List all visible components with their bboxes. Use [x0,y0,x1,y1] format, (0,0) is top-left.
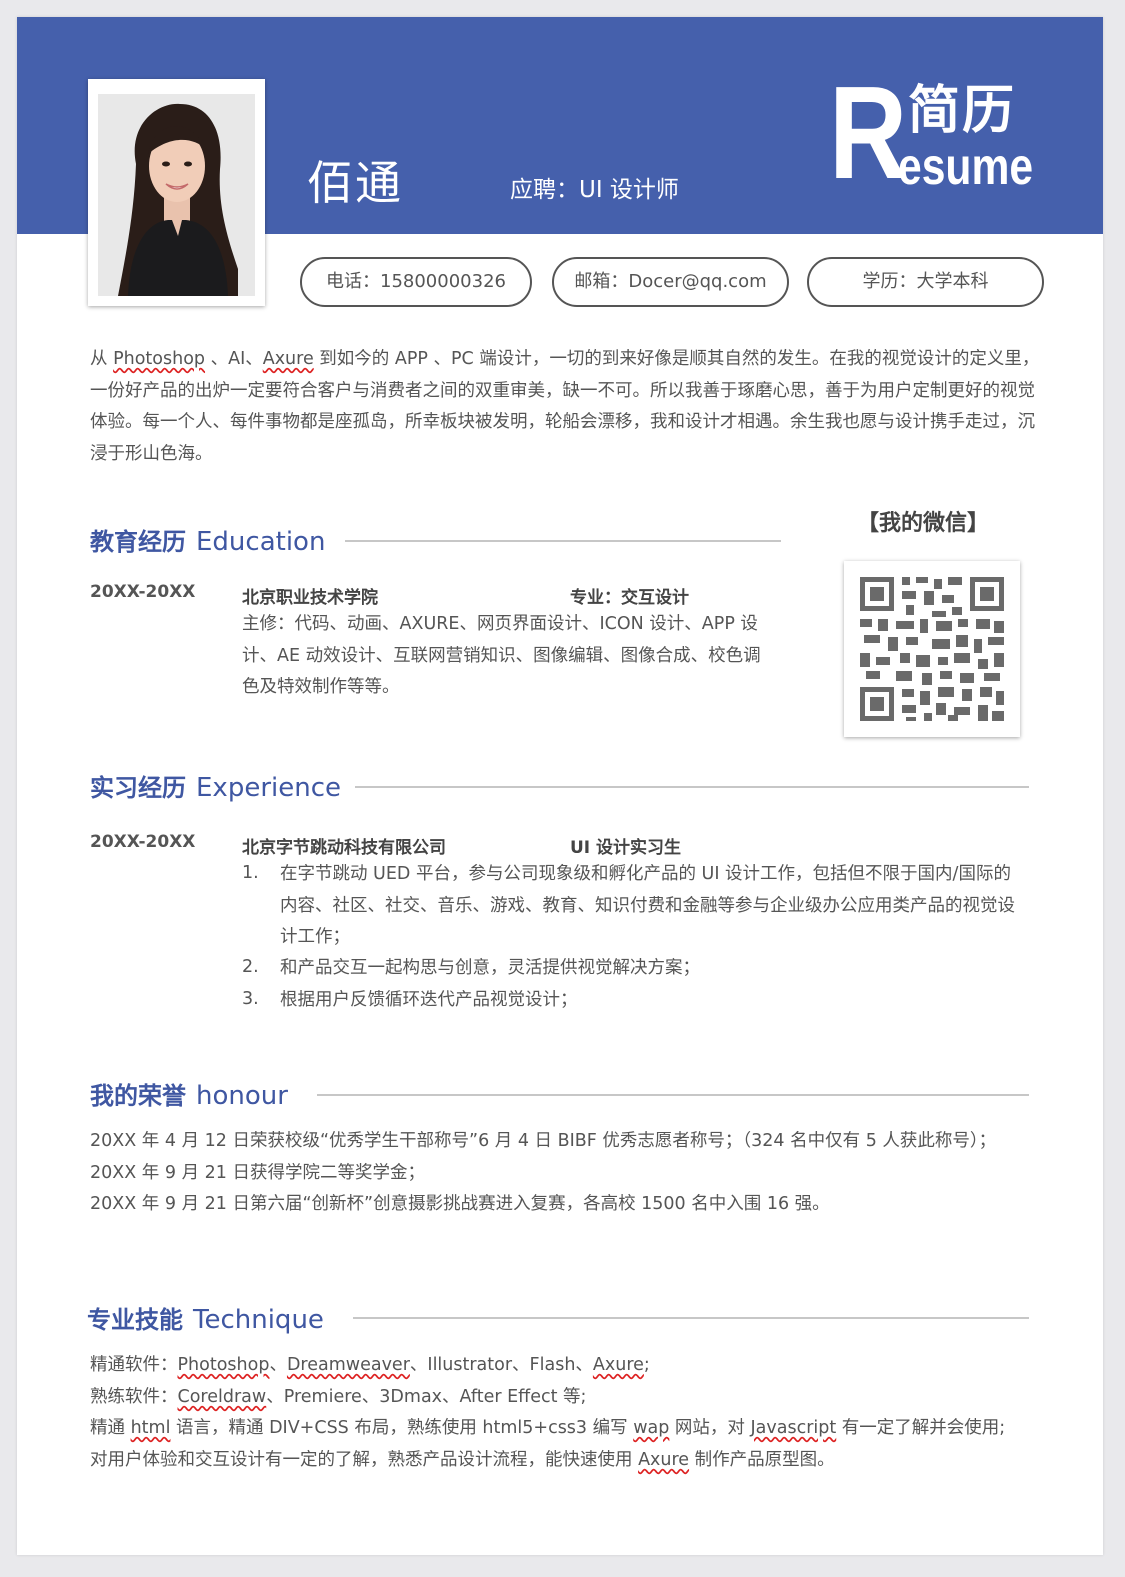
experience-title-cn: 实习经历 [90,774,186,802]
experience-item: 根据用户反馈循环迭代产品视觉设计； [280,990,578,1010]
intro-text-2: 、AI、 [205,349,263,369]
skill-coreldraw: Coreldraw [177,1387,267,1407]
text: 语言，精通 DIV+CSS 布局，熟练使用 html5+css3 编写 [170,1418,634,1438]
technique-label: 精通软件： [90,1355,178,1375]
honour-section-title: 我的荣誉 honour [90,1076,288,1111]
qr-code-image [860,577,1004,721]
technique-section-title: 专业技能 Technique [87,1300,324,1335]
honour-item: 20XX 年 9 月 21 日第六届“创新杯”创意摄影挑战赛进入复赛，各高校 1… [90,1194,830,1214]
technique-line: 精通 html 语言，精通 DIV+CSS 布局，熟练使用 html5+css3… [90,1413,1050,1445]
skill-axure: Axure [638,1450,690,1470]
text: 网站，对 [669,1418,751,1438]
education-school: 北京职业技术学院 [242,588,378,608]
honour-item: 20XX 年 9 月 21 日获得学院二等奖学金； [90,1163,425,1183]
skill-dreamweaver: Dreamweaver [286,1355,410,1375]
honour-title-en: honour [196,1081,288,1111]
candidate-name: 佰通 [307,156,403,210]
separator: 、 [269,1355,287,1375]
experience-item: 在字节跳动 UED 平台，参与公司现象级和孵化产品的 UI 设计工作，包括但不限… [280,864,1015,947]
education-divider [345,540,781,542]
education-date: 20XX-20XX [90,582,196,602]
text: 精通 [90,1418,131,1438]
skill-list: 、Illustrator、Flash、 [409,1355,593,1375]
skill-axure: Axure [592,1355,644,1375]
self-introduction: 从 Photoshop 、AI、Axure 到如今的 APP 、PC 端设计，一… [90,344,1040,470]
skill-list: 、Premiere、3Dmax、After Effect 等; [266,1387,587,1407]
wechat-qr-code [844,561,1020,737]
experience-item-number: 3. [242,989,259,1009]
honour-divider [317,1094,1029,1096]
phone-pill: 电话：15800000326 [300,257,532,307]
intro-axure: Axure [262,349,314,369]
experience-divider [355,786,1029,788]
technique-title-en: Technique [193,1305,324,1335]
profile-photo [98,94,255,296]
skill-html: html [130,1418,171,1438]
text: 制作产品原型图。 [689,1450,835,1470]
profile-photo-frame [88,79,265,306]
technique-line: 精通软件：Photoshop、Dreamweaver、Illustrator、F… [90,1350,1050,1382]
honour-item: 20XX 年 4 月 12 日荣获校级“优秀学生干部称号”6 月 4 日 BIB… [90,1131,997,1151]
logo-chinese: 简历 [908,81,1017,141]
technique-line: 对用户体验和交互设计有一定的了解，熟悉产品设计流程，能快速使用 Axure 制作… [90,1445,1050,1477]
education-major: 专业：交互设计 [570,588,689,608]
experience-title-en: Experience [196,773,341,803]
skill-javascript: Javascript [750,1418,837,1438]
experience-section-title: 实习经历 Experience [90,768,341,803]
logo-letter: R [829,59,908,206]
education-level-pill: 学历：大学本科 [807,257,1044,307]
technique-line: 熟练软件：Coreldraw、Premiere、3Dmax、After Effe… [90,1382,1050,1414]
logo-english: esume [898,138,1034,196]
experience-role: UI 设计实习生 [570,838,682,858]
technique-divider [353,1317,1029,1319]
experience-company: 北京字节跳动科技有限公司 [242,838,446,858]
skill-wap: wap [633,1418,670,1438]
resume-page: 佰通 应聘：UI 设计师 R 简历 esume 电话：15800000326 邮… [17,17,1103,1555]
honour-title-cn: 我的荣誉 [90,1082,186,1110]
email-pill: 邮箱：Docer@qq.com [552,257,789,307]
education-title-en: Education [196,527,326,557]
portrait-image [98,94,255,296]
experience-date: 20XX-20XX [90,832,196,852]
intro-photoshop: Photoshop [113,349,206,369]
applied-position: 应聘：UI 设计师 [510,177,679,203]
education-title-cn: 教育经历 [90,528,186,556]
wechat-title: 【我的微信】 [857,511,990,536]
line-end: ; [643,1355,650,1375]
education-section-title: 教育经历 Education [90,522,325,557]
skill-photoshop: Photoshop [177,1355,270,1375]
text: 对用户体验和交互设计有一定的了解，熟悉产品设计流程，能快速使用 [90,1450,639,1470]
education-courses: 主修：代码、动画、AXURE、网页界面设计、ICON 设计、APP 设计、AE … [242,614,761,697]
experience-item: 和产品交互一起构思与创意，灵活提供视觉解决方案； [280,958,700,978]
intro-text-1: 从 [90,349,114,369]
technique-title-cn: 专业技能 [87,1306,183,1334]
text: 有一定了解并会使用; [836,1418,1006,1438]
experience-item-number: 2. [242,957,259,977]
technique-label: 熟练软件： [90,1387,178,1407]
experience-item-number: 1. [242,863,259,883]
